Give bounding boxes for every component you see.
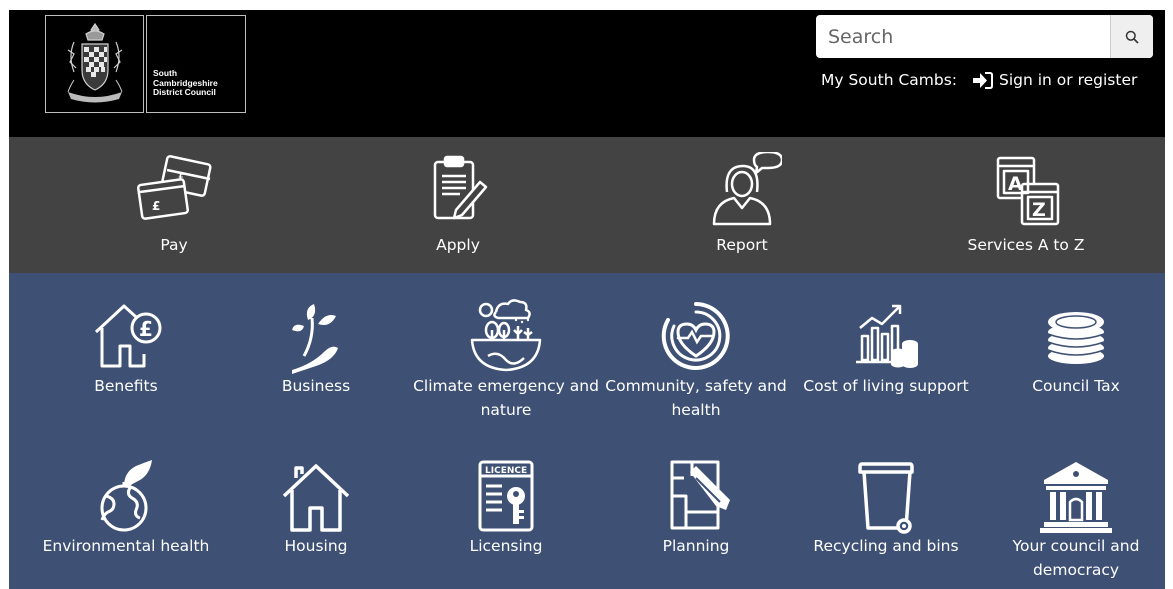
- service-climate[interactable]: Climate emergency and nature: [411, 296, 601, 422]
- service-label: Your council and democracy: [1012, 537, 1140, 579]
- search-box: [816, 15, 1153, 58]
- licence-icon-text: LICENCE: [485, 466, 527, 476]
- service-environmental-health[interactable]: Environmental health: [31, 456, 221, 558]
- search-icon: [1125, 30, 1139, 44]
- quick-actions-bar: £ £ Pay Apply Report A Z Services A to Z: [9, 137, 1165, 273]
- service-label: Recycling and bins: [813, 537, 959, 555]
- service-label: Environmental health: [42, 537, 210, 555]
- service-recycling-bins[interactable]: Recycling and bins: [791, 456, 981, 558]
- page: South Cambridgeshire District Council My…: [9, 10, 1165, 589]
- chart-coins-icon: [856, 304, 918, 368]
- licence-icon: LICENCE: [478, 460, 534, 532]
- sign-in-label: Sign in or register: [999, 71, 1138, 89]
- bin-icon: [858, 462, 914, 534]
- svg-text:£: £: [139, 317, 153, 341]
- services-grid: £ Benefits Business Climate emergency an…: [9, 273, 1165, 589]
- service-cost-of-living[interactable]: Cost of living support: [791, 296, 981, 398]
- coin-stack-icon: [1047, 312, 1105, 364]
- credit-cards-icon: £ £: [136, 155, 212, 220]
- service-housing[interactable]: Housing: [221, 456, 411, 558]
- coat-of-arms-icon: [45, 15, 144, 113]
- quick-action-label: Apply: [436, 236, 480, 254]
- quick-action-label: Report: [716, 236, 768, 254]
- quick-action-label: Services A to Z: [967, 236, 1085, 254]
- service-council-democracy[interactable]: Your council and democracy: [981, 456, 1171, 582]
- quick-action-apply[interactable]: Apply: [363, 137, 553, 273]
- council-logo[interactable]: South Cambridgeshire District Council: [45, 15, 246, 113]
- site-header: South Cambridgeshire District Council My…: [9, 10, 1165, 137]
- sign-in-icon: [973, 71, 994, 89]
- quick-action-services-a-to-z[interactable]: A Z Services A to Z: [931, 137, 1121, 273]
- service-label: Cost of living support: [803, 377, 969, 395]
- sign-in-link[interactable]: Sign in or register: [973, 71, 1137, 89]
- service-label: Business: [281, 377, 351, 395]
- search-button[interactable]: [1110, 15, 1153, 58]
- service-council-tax[interactable]: Council Tax: [981, 296, 1171, 398]
- house-icon: [282, 464, 350, 532]
- plan-pencil-icon: [670, 460, 730, 530]
- svg-text:£: £: [178, 173, 184, 183]
- account-label: My South Cambs:: [821, 71, 958, 89]
- search-input[interactable]: [816, 15, 1106, 58]
- logo-line-3: District Council: [153, 87, 216, 97]
- service-label: Housing: [284, 537, 348, 555]
- house-pound-icon: £: [94, 304, 162, 368]
- clipboard-pen-icon: [433, 155, 488, 220]
- service-business[interactable]: Business: [221, 296, 411, 398]
- service-community-safety-health[interactable]: Community, safety and health: [601, 296, 791, 422]
- service-benefits[interactable]: £ Benefits: [31, 296, 221, 398]
- service-licensing[interactable]: LICENCE Licensing: [411, 456, 601, 558]
- person-speech-icon: [712, 152, 782, 226]
- heart-circle-icon: [661, 302, 730, 370]
- quick-action-label: Pay: [160, 236, 188, 254]
- service-label: Council Tax: [1032, 377, 1120, 395]
- quick-action-report[interactable]: Report: [647, 137, 837, 273]
- svg-text:Z: Z: [1032, 199, 1046, 221]
- service-label: Planning: [662, 537, 730, 555]
- service-label: Licensing: [469, 537, 543, 555]
- logo-wordmark: South Cambridgeshire District Council: [146, 15, 246, 113]
- globe-leaf-icon: [100, 460, 152, 532]
- a-to-z-icon: A Z: [996, 156, 1060, 226]
- council-building-icon: [1040, 462, 1112, 533]
- hand-plant-icon: [292, 304, 338, 374]
- svg-text:£: £: [152, 199, 160, 213]
- svg-text:A: A: [1008, 173, 1023, 195]
- service-planning[interactable]: Planning: [601, 456, 791, 558]
- service-label: Community, safety and health: [605, 377, 787, 419]
- account-bar: My South Cambs: Sign in or register: [821, 71, 1137, 89]
- climate-icon: [470, 299, 542, 372]
- service-label: Climate emergency and nature: [413, 377, 599, 419]
- quick-action-pay[interactable]: £ £ Pay: [79, 137, 269, 273]
- service-label: Benefits: [94, 377, 158, 395]
